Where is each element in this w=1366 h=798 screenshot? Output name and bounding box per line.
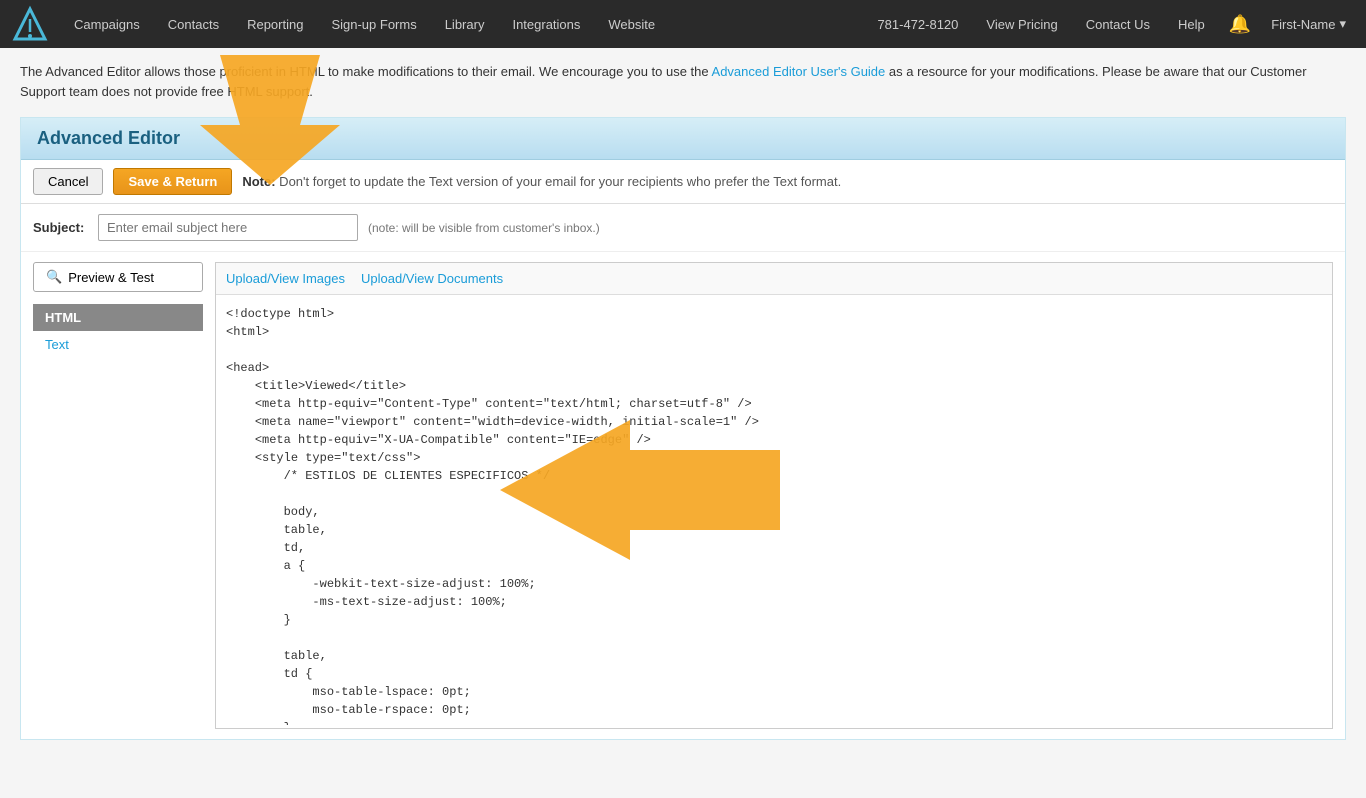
editor-panel-header: Advanced Editor: [21, 118, 1345, 160]
chevron-down-icon: ▾: [1339, 16, 1346, 32]
user-name: First-Name: [1271, 17, 1335, 32]
nav-signup-forms[interactable]: Sign-up Forms: [317, 0, 430, 48]
cancel-button[interactable]: Cancel: [33, 168, 103, 195]
upload-view-images-link[interactable]: Upload/View Images: [226, 271, 345, 286]
user-menu[interactable]: First-Name ▾: [1261, 16, 1356, 32]
nav-phone: 781-472-8120: [863, 17, 972, 32]
search-icon: 🔍: [46, 269, 62, 285]
tab-html[interactable]: HTML: [33, 304, 203, 331]
preview-label: Preview & Test: [68, 270, 154, 285]
nav-contacts[interactable]: Contacts: [154, 0, 233, 48]
bell-icon[interactable]: 🔔: [1219, 14, 1261, 35]
code-textarea[interactable]: <!doctype html> <html> <head> <title>Vie…: [216, 295, 1332, 725]
nav-reporting[interactable]: Reporting: [233, 0, 317, 48]
nav-library[interactable]: Library: [431, 0, 499, 48]
tab-text-link[interactable]: Text: [45, 337, 69, 352]
advanced-editor-guide-link[interactable]: Advanced Editor User's Guide: [712, 64, 886, 79]
left-sidebar: 🔍 Preview & Test HTML Text: [33, 262, 203, 358]
nav-view-pricing[interactable]: View Pricing: [972, 0, 1071, 48]
tab-text[interactable]: Text: [33, 331, 203, 358]
nav-website[interactable]: Website: [594, 0, 669, 48]
editor-toolbar: Cancel Save & Return Note: Don't forget …: [21, 160, 1345, 204]
subject-row: Subject: (note: will be visible from cus…: [21, 204, 1345, 252]
main-content: The Advanced Editor allows those profici…: [0, 48, 1366, 798]
logo-icon[interactable]: [10, 4, 50, 44]
note-label: Note:: [242, 174, 275, 189]
info-text-before: The Advanced Editor allows those profici…: [20, 64, 712, 79]
editor-body: 🔍 Preview & Test HTML Text Upload/View I…: [21, 252, 1345, 739]
note-body: Don't forget to update the Text version …: [276, 174, 842, 189]
subject-hint: (note: will be visible from customer's i…: [368, 221, 600, 235]
nav-integrations[interactable]: Integrations: [498, 0, 594, 48]
subject-input[interactable]: [98, 214, 358, 241]
top-nav: Campaigns Contacts Reporting Sign-up For…: [0, 0, 1366, 48]
editor-panel: Advanced Editor Cancel Save & Return Not…: [20, 117, 1346, 740]
editor-title: Advanced Editor: [37, 128, 1329, 149]
code-editor-wrapper: Upload/View Images Upload/View Documents…: [215, 262, 1333, 729]
info-bar: The Advanced Editor allows those profici…: [20, 62, 1346, 101]
save-return-button[interactable]: Save & Return: [113, 168, 232, 195]
preview-test-button[interactable]: 🔍 Preview & Test: [33, 262, 203, 292]
subject-label: Subject:: [33, 220, 88, 235]
nav-campaigns[interactable]: Campaigns: [60, 0, 154, 48]
code-editor-links: Upload/View Images Upload/View Documents: [216, 263, 1332, 295]
nav-contact-us[interactable]: Contact Us: [1072, 0, 1164, 48]
nav-help[interactable]: Help: [1164, 0, 1219, 48]
upload-view-docs-link[interactable]: Upload/View Documents: [361, 271, 503, 286]
note-text: Note: Don't forget to update the Text ve…: [242, 174, 841, 189]
